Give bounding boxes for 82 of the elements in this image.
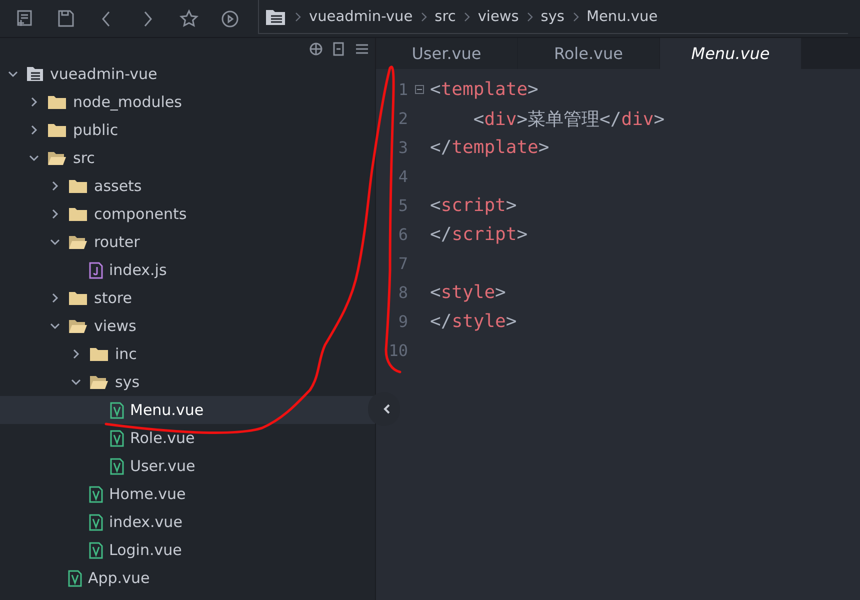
- tree-item[interactable]: components: [0, 200, 375, 228]
- line-number: 4: [397, 167, 408, 186]
- locate-button[interactable]: [309, 42, 323, 56]
- chevron-right-icon: [526, 10, 534, 22]
- folder-icon: [68, 290, 88, 306]
- folder-icon: [68, 206, 88, 222]
- menu-icon: [355, 42, 369, 56]
- line-number: 2: [397, 109, 408, 128]
- editor-tab[interactable]: User.vue: [376, 38, 517, 69]
- play-icon: [220, 8, 240, 28]
- tree-item[interactable]: index.vue: [0, 508, 375, 536]
- vue-file-icon: [89, 514, 103, 530]
- collapse-all-button[interactable]: [332, 42, 346, 56]
- line-number: 9: [397, 312, 408, 331]
- tree-item[interactable]: store: [0, 284, 375, 312]
- folder-icon: [47, 122, 67, 138]
- vue-file-icon: [89, 542, 103, 558]
- folder-icon: [26, 66, 44, 82]
- locate-icon: [309, 42, 323, 56]
- code-line: </script>: [430, 224, 528, 245]
- vue-file-icon: [110, 458, 124, 474]
- tree-item[interactable]: User.vue: [0, 452, 375, 480]
- vue-file-icon: [68, 570, 82, 586]
- editor-tab[interactable]: Menu.vue: [660, 38, 801, 69]
- open-folder-icon: [89, 374, 109, 390]
- line-number: 5: [397, 196, 408, 215]
- collapse-all-icon: [332, 42, 346, 56]
- menu-button[interactable]: [355, 42, 369, 56]
- line-number: 1: [397, 80, 408, 99]
- tree-item[interactable]: App.vue: [0, 564, 375, 592]
- breadcrumb-item[interactable]: Menu.vue: [586, 8, 658, 24]
- star-icon: [178, 8, 198, 28]
- code-line: <div>菜单管理</div>: [472, 108, 665, 130]
- tree-item[interactable]: src: [0, 144, 375, 172]
- code-line: <script>: [430, 195, 517, 216]
- tree-item[interactable]: Menu.vue: [0, 396, 375, 424]
- breadcrumb-item[interactable]: views: [478, 8, 519, 24]
- folder-icon: [89, 346, 109, 362]
- open-folder-icon: [68, 318, 88, 334]
- tree-item[interactable]: index.js: [0, 256, 375, 284]
- code-editor[interactable]: 1 <template> 2 <div>菜单管理</div> 3 </template> 4 5 <script> 6 </script> 7 8 <style> 9 </style> 10: [384, 69, 860, 600]
- breadcrumb-item[interactable]: sys: [540, 8, 564, 24]
- tree-item[interactable]: sys: [0, 368, 375, 396]
- chevron-left-icon: [382, 403, 392, 415]
- code-line: <template>: [430, 79, 538, 100]
- vue-file-icon: [110, 430, 124, 446]
- save-icon: [56, 8, 76, 28]
- tree-item[interactable]: inc: [0, 340, 375, 368]
- chevron-right-icon: [294, 10, 302, 22]
- code-line: </style>: [430, 311, 517, 332]
- new-file-icon: [14, 8, 34, 28]
- open-folder-icon: [68, 234, 88, 250]
- code-line: <style>: [430, 282, 506, 303]
- js-file-icon: [89, 262, 103, 278]
- line-number: 10: [388, 341, 408, 360]
- line-number: 3: [397, 138, 408, 157]
- tree-item[interactable]: Login.vue: [0, 536, 375, 564]
- tree-item[interactable]: assets: [0, 172, 375, 200]
- tree-item[interactable]: public: [0, 116, 375, 144]
- folder-icon: [68, 178, 88, 194]
- fold-icon[interactable]: [414, 85, 424, 94]
- open-folder-icon: [47, 150, 67, 166]
- vue-file-icon: [110, 402, 124, 418]
- tree-item[interactable]: views: [0, 312, 375, 340]
- chevron-right-icon: [462, 10, 471, 22]
- tree-item[interactable]: Home.vue: [0, 480, 375, 508]
- breadcrumb-item[interactable]: vueadmin-vue: [309, 8, 413, 24]
- line-number: 7: [397, 254, 408, 273]
- vue-file-icon: [89, 486, 103, 502]
- editor-tab[interactable]: Role.vue: [518, 38, 659, 69]
- folder-icon: [265, 8, 287, 26]
- chevron-right-icon: [572, 10, 580, 22]
- folder-icon: [47, 94, 67, 110]
- line-number: 8: [397, 283, 408, 302]
- code-line: </template>: [430, 137, 550, 158]
- tree-item[interactable]: router: [0, 228, 375, 256]
- breadcrumb-item[interactable]: src: [434, 8, 456, 24]
- chevron-right-icon: [420, 10, 428, 22]
- line-number: 6: [397, 225, 408, 244]
- tree-item[interactable]: Role.vue: [0, 424, 375, 452]
- tree-item[interactable]: node_modules: [0, 88, 375, 116]
- tree-item[interactable]: vueadmin-vue: [0, 60, 375, 88]
